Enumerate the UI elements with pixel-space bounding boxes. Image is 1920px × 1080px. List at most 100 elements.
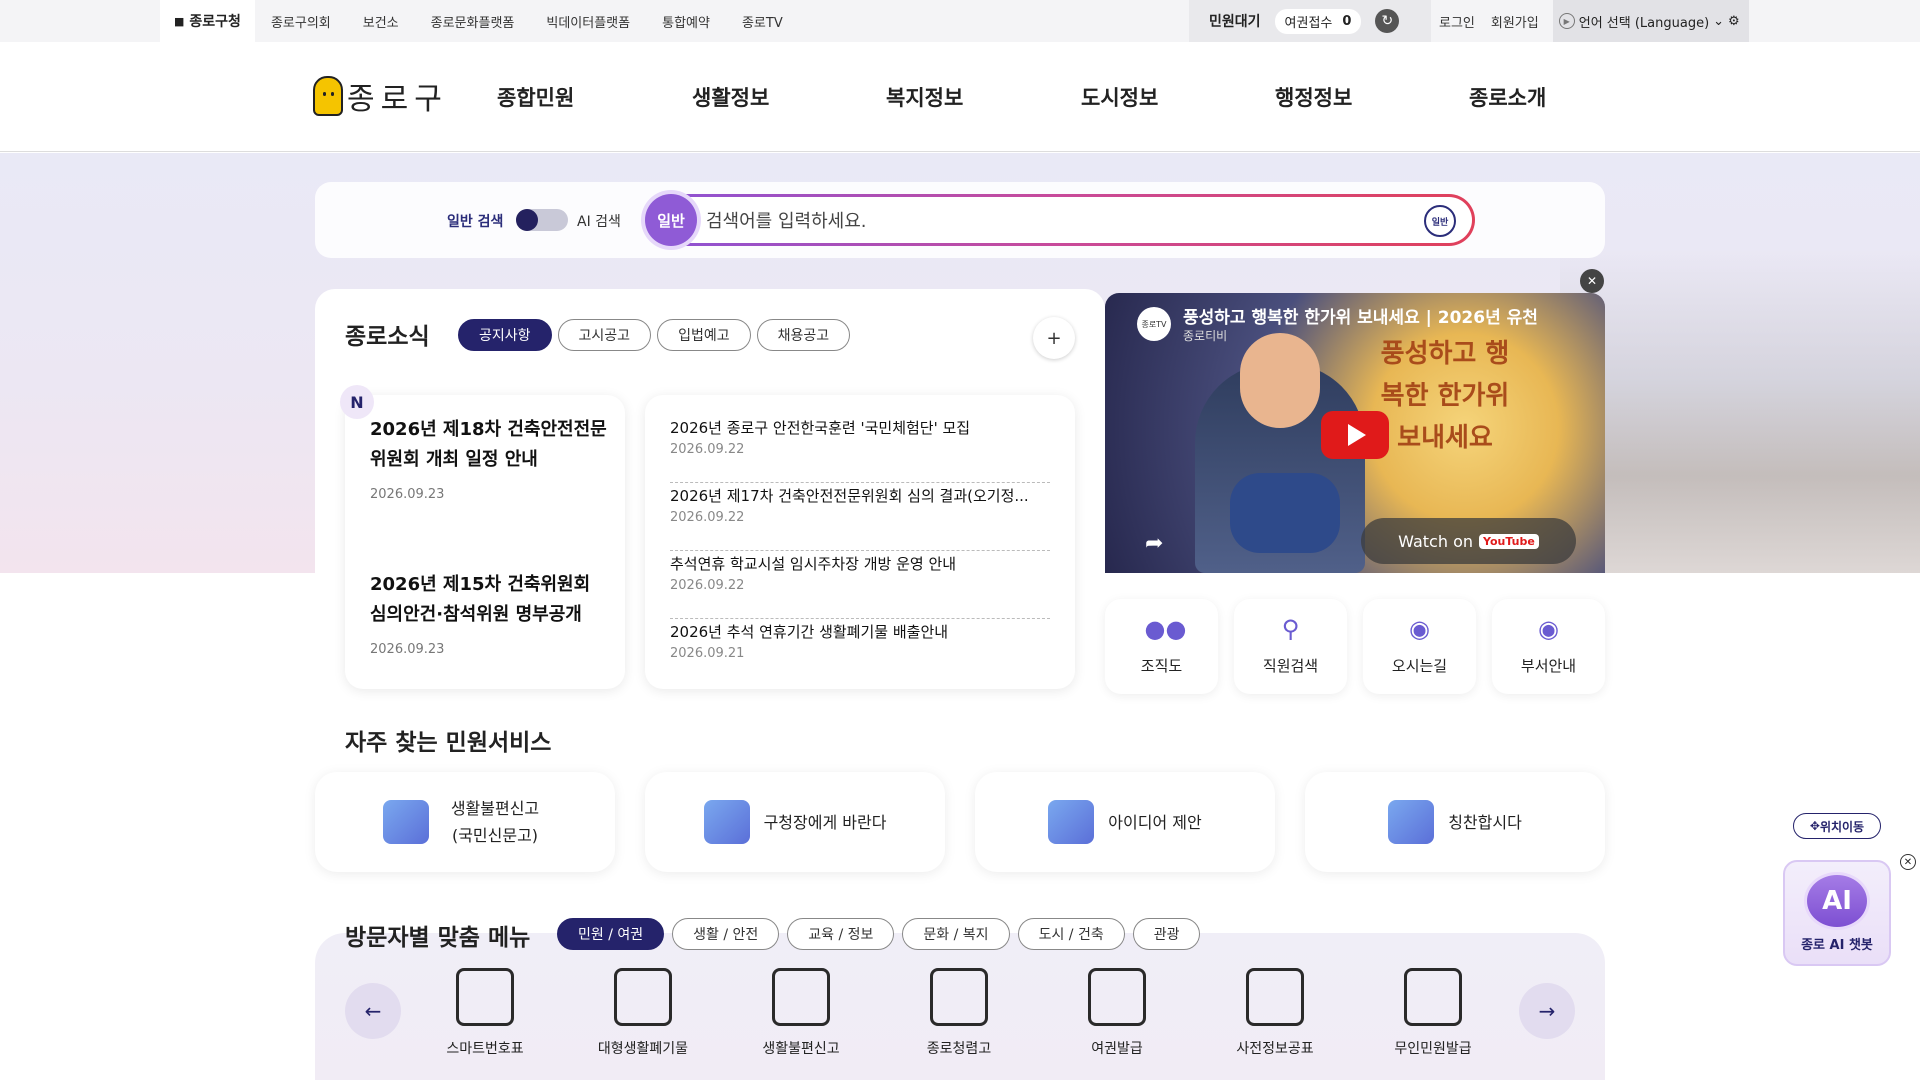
watch-on-youtube-button[interactable]: Watch on YouTube xyxy=(1361,518,1576,564)
home-link[interactable]: ■ 종로구청 xyxy=(160,0,255,42)
news-title: 종로소식 xyxy=(345,324,430,350)
featured-news-title: 2026년 제18차 건축안전전문위원회 개최 일정 안내 xyxy=(370,419,607,470)
quick-link-departments[interactable]: ◉ 부서안내 xyxy=(1492,599,1605,694)
chatbot-close-icon[interactable]: ✕ xyxy=(1900,854,1916,870)
quick-link-label: 부서안내 xyxy=(1520,657,1577,675)
civil-waiting-status: 민원대기 여권접수 0 ↻ xyxy=(1189,0,1431,42)
service-mayor-request[interactable]: 구청장에게 바란다 xyxy=(645,772,945,872)
tab-recruitment[interactable]: 채용공고 xyxy=(756,319,851,351)
service-complaint-report[interactable]: 생활불편신고 (국민신문고) xyxy=(315,772,615,872)
video-title[interactable]: 풍성하고 행복한 한가위 보내세요 | 2026년 유천 xyxy=(1183,303,1538,328)
close-icon[interactable]: ✕ xyxy=(1580,269,1604,293)
list-item[interactable]: 2026년 추석 연휴기간 생활폐기물 배출안내 2026.09.21 xyxy=(670,619,1050,687)
site-logo[interactable]: 종로구 xyxy=(313,74,448,118)
play-button-icon[interactable] xyxy=(1321,411,1389,459)
visitor-item-integrity[interactable]: 종로청렴고 xyxy=(889,965,1029,1058)
move-icon: ✥ xyxy=(1809,819,1820,833)
praise-chat-icon xyxy=(1388,800,1435,844)
quick-link-label: 오시는길 xyxy=(1391,657,1448,675)
language-select[interactable]: ▶ 언어 선택 (Language) ⌄ ⚙ xyxy=(1552,0,1749,42)
search-input[interactable] xyxy=(706,208,1386,234)
move-position-button[interactable]: ✥ 위치이동 xyxy=(1793,813,1881,839)
chat-bubble-icon: ◉ xyxy=(1538,615,1559,643)
frequent-services-title: 자주 찾는 민원서비스 xyxy=(345,730,552,756)
visitor-item-label: 종로청렴고 xyxy=(926,1041,992,1057)
link-bigdata-platform[interactable]: 빅데이터플랫폼 xyxy=(530,12,646,31)
featured-news-date: 2026.09.23 xyxy=(370,642,445,657)
search-mode-toggle[interactable] xyxy=(516,209,568,231)
utility-bar: ■ 종로구청 종로구의회 보건소 종로문화플랫폼 빅데이터플랫폼 통합예약 종로… xyxy=(0,0,1920,42)
nav-welfare-info[interactable]: 복지정보 xyxy=(886,82,963,112)
tab-culture-welfare[interactable]: 문화 / 복지 xyxy=(902,918,1010,950)
tab-city-building[interactable]: 도시 / 건축 xyxy=(1017,918,1125,950)
quick-link-org-chart[interactable]: ●● 조직도 xyxy=(1105,599,1218,694)
tab-civil-passport[interactable]: 민원 / 여권 xyxy=(557,918,665,950)
nav-about-jongno[interactable]: 종로소개 xyxy=(1469,82,1546,112)
nav-city-info[interactable]: 도시정보 xyxy=(1081,82,1158,112)
list-item[interactable]: 2026년 제17차 건축안전전문위원회 심의 결과(오기정... 2026.0… xyxy=(670,483,1050,551)
signup-link[interactable]: 회원가입 xyxy=(1483,12,1547,31)
visitor-tabs: 민원 / 여권 생활 / 안전 교육 / 정보 문화 / 복지 도시 / 건축 … xyxy=(557,918,1201,950)
tab-legislation[interactable]: 입법예고 xyxy=(657,319,751,351)
search-button[interactable]: 일반 xyxy=(1424,205,1456,237)
report-document-icon xyxy=(772,965,841,1026)
nav-living-info[interactable]: 생활정보 xyxy=(692,82,769,112)
youtube-video-embed[interactable]: 풍성하고 행복한 한가위 보내세요 종로TV 풍성하고 행복한 한가위 보내세요… xyxy=(1105,293,1605,573)
refresh-icon[interactable]: ↻ xyxy=(1375,9,1400,33)
link-health-center[interactable]: 보건소 xyxy=(347,12,415,31)
watch-on-label: Watch on xyxy=(1398,531,1473,551)
news-item-title: 2026년 추석 연휴기간 생활폐기물 배출안내 xyxy=(670,623,949,641)
visitor-item-label: 대형생활폐기물 xyxy=(597,1041,689,1057)
tab-notice[interactable]: 공지사항 xyxy=(458,319,552,351)
service-label: 칭찬합시다 xyxy=(1448,812,1522,832)
featured-news-item[interactable]: 2026년 제18차 건축안전전문위원회 개최 일정 안내 2026.09.23 xyxy=(370,415,610,502)
featured-news-item[interactable]: 2026년 제15차 건축위원회 심의안건·참석위원 명부공개 2026.09.… xyxy=(370,570,610,657)
service-praise[interactable]: 칭찬합시다 xyxy=(1305,772,1605,872)
visitor-item-smart-ticket[interactable]: 스마트번호표 xyxy=(415,965,555,1058)
nav-civil-service[interactable]: 종합민원 xyxy=(497,82,574,112)
link-jongno-tv[interactable]: 종로TV xyxy=(726,12,799,31)
tab-education-info[interactable]: 교육 / 정보 xyxy=(787,918,895,950)
link-reservation[interactable]: 통합예약 xyxy=(646,12,726,31)
normal-search-label: 일반 검색 xyxy=(447,214,504,230)
service-idea-proposal[interactable]: 아이디어 제안 xyxy=(975,772,1275,872)
tab-tourism[interactable]: 관광 xyxy=(1132,918,1201,950)
tab-life-safety[interactable]: 생활 / 안전 xyxy=(672,918,780,950)
visitor-item-kiosk[interactable]: 무인민원발급 xyxy=(1363,965,1503,1058)
tab-announcement[interactable]: 고시공고 xyxy=(557,319,652,351)
news-item-date: 2026.09.22 xyxy=(670,442,745,457)
visitor-item-complaint[interactable]: 생활불편신고 xyxy=(731,965,871,1058)
link-council[interactable]: 종로구의회 xyxy=(255,12,347,31)
share-icon[interactable]: ➦ xyxy=(1145,531,1163,556)
link-culture-platform[interactable]: 종로문화플랫폼 xyxy=(415,12,531,31)
site-header: 종로구 종합민원 생활정보 복지정보 도시정보 행정정보 종로소개 xyxy=(0,42,1920,152)
video-channel: 종로티비 xyxy=(1183,329,1228,343)
ai-search-label: AI 검색 xyxy=(577,214,621,230)
visitor-item-prior-info[interactable]: 사전정보공표 xyxy=(1205,965,1345,1058)
login-link[interactable]: 로그인 xyxy=(1431,12,1483,31)
visitor-item-bulky-waste[interactable]: 대형생활폐기물 xyxy=(573,965,713,1058)
visitor-item-passport[interactable]: 여권발급 xyxy=(1047,965,1187,1058)
service-label: 생활불편신고 (국민신문고) xyxy=(450,799,540,845)
ai-chatbot-label: 종로 AI 챗봇 xyxy=(1801,938,1873,953)
featured-news-card: 2026년 제18차 건축안전전문위원회 개최 일정 안내 2026.09.23… xyxy=(345,395,625,689)
home-icon: ■ xyxy=(174,14,185,28)
prev-arrow-icon[interactable]: ← xyxy=(345,983,401,1039)
idea-card-icon xyxy=(1048,800,1095,844)
list-item[interactable]: 2026년 종로구 안전한국훈련 '국민체험단' 모집 2026.09.22 xyxy=(670,415,1050,483)
quick-link-staff-search[interactable]: ⚲ 직원검색 xyxy=(1234,599,1347,694)
quick-link-directions[interactable]: ◉ 오시는길 xyxy=(1363,599,1476,694)
civil-waiting-label: 민원대기 xyxy=(1209,14,1261,30)
gear-icon: ⚙ xyxy=(1728,13,1740,29)
clipboard-chart-icon xyxy=(1246,965,1315,1026)
news-tabs: 공지사항 고시공고 입법예고 채용공고 xyxy=(458,319,851,351)
more-news-button[interactable]: + xyxy=(1033,317,1075,359)
nav-admin-info[interactable]: 행정정보 xyxy=(1275,82,1352,112)
ai-chatbot-button[interactable]: AI 종로 AI 챗봇 xyxy=(1783,860,1891,966)
next-arrow-icon[interactable]: → xyxy=(1519,983,1575,1039)
list-item[interactable]: 추석연휴 학교시설 임시주차장 개방 운영 안내 2026.09.22 xyxy=(670,551,1050,619)
chevron-down-icon: ⌄ xyxy=(1713,13,1725,29)
channel-avatar[interactable]: 종로TV xyxy=(1137,307,1171,341)
monitor-megaphone-icon xyxy=(930,965,999,1026)
toggle-knob xyxy=(516,209,538,231)
